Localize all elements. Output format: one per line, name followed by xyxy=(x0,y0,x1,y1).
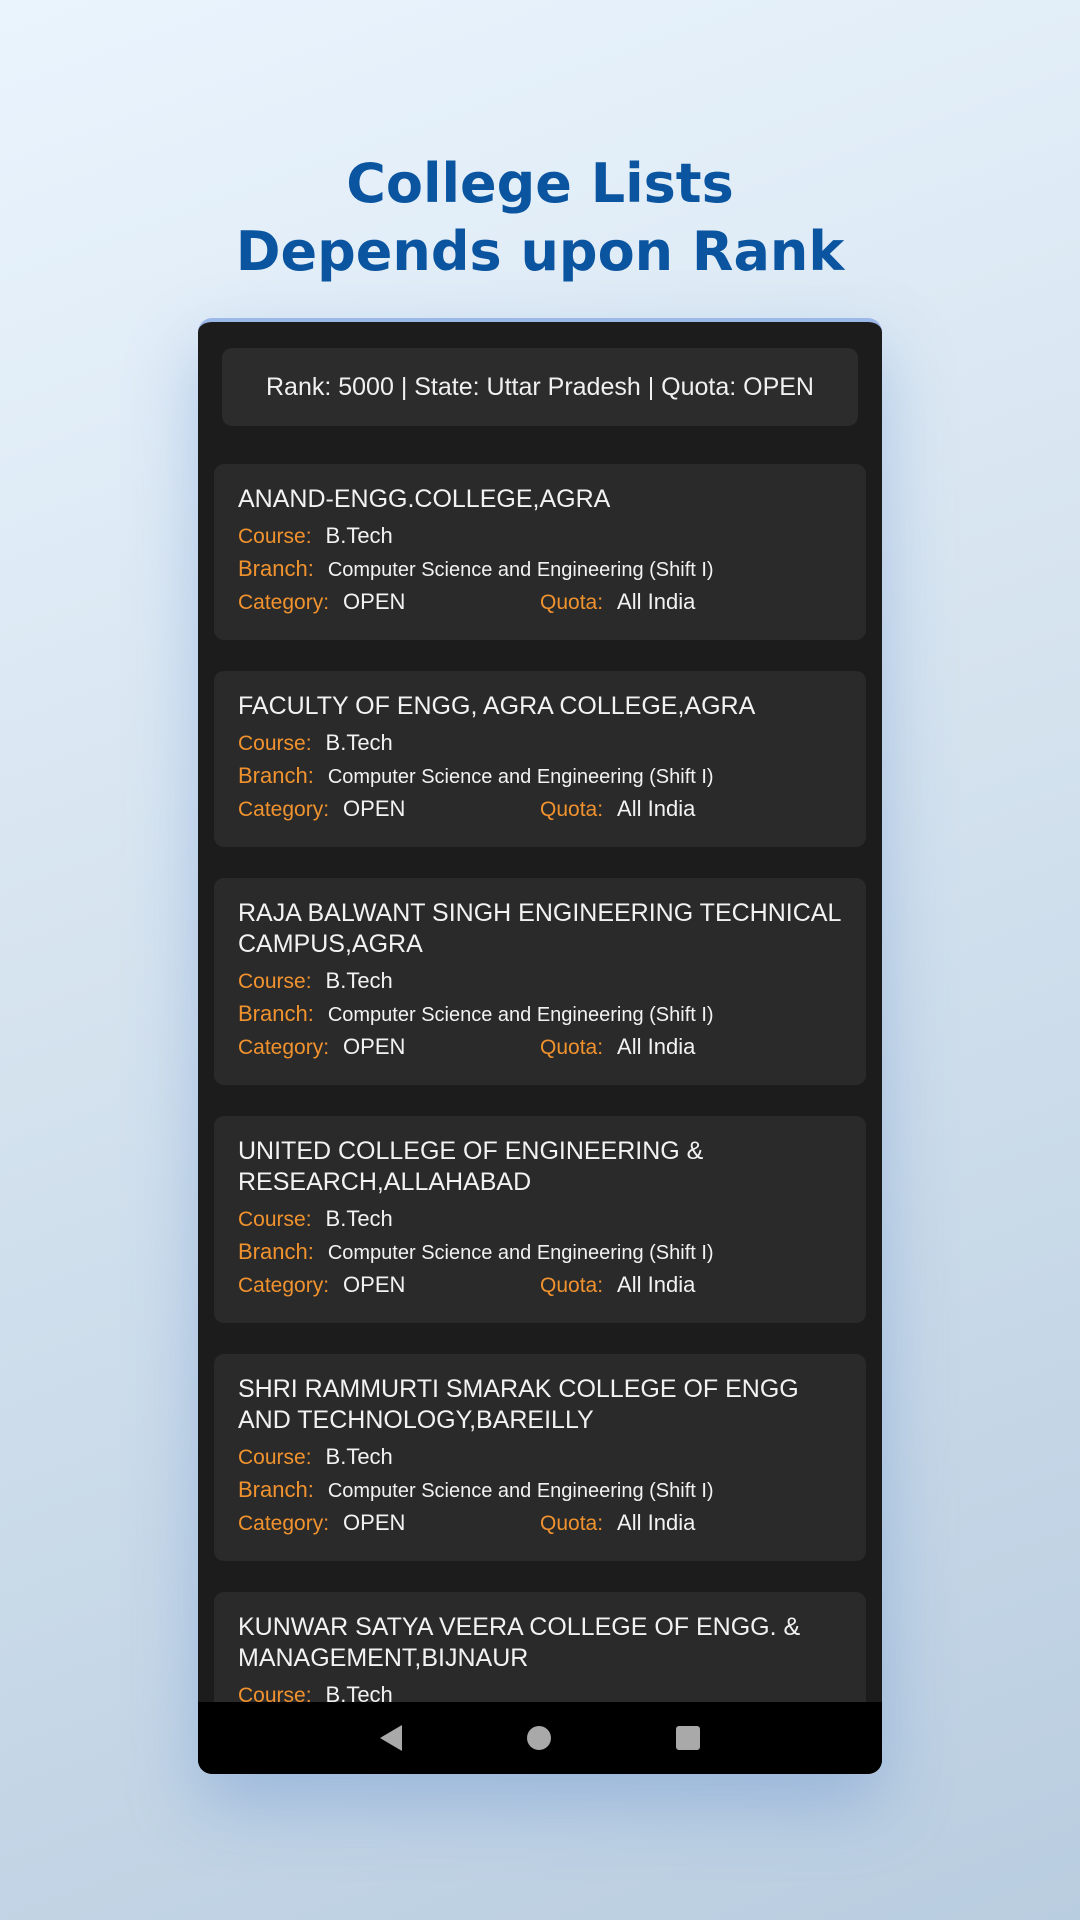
course-value: B.Tech xyxy=(325,523,393,548)
branch-row: Branch: Computer Science and Engineering… xyxy=(238,763,842,796)
category-value: OPEN xyxy=(343,796,406,821)
quota-label: Quota: xyxy=(540,798,604,821)
course-row: Course: B.Tech xyxy=(238,730,842,763)
college-card[interactable]: RAJA BALWANT SINGH ENGINEERING TECHNICAL… xyxy=(214,878,866,1085)
branch-label: Branch: xyxy=(238,556,314,581)
course-value: B.Tech xyxy=(325,968,393,993)
course-value: B.Tech xyxy=(325,1206,393,1231)
category-quota-row: Category: OPEN Quota: All India xyxy=(238,1272,842,1305)
college-name: ANAND-ENGG.COLLEGE,AGRA xyxy=(238,485,611,513)
rank-summary: Rank: 5000 | State: Uttar Pradesh | Quot… xyxy=(222,348,858,426)
category-value: OPEN xyxy=(343,1034,406,1059)
quota-label: Quota: xyxy=(540,1512,604,1535)
category-label: Category: xyxy=(238,591,330,614)
phone-screen: Rank: 5000 | State: Uttar Pradesh | Quot… xyxy=(198,318,882,1774)
headline-line-1: College Lists xyxy=(346,152,734,215)
course-row: Course: B.Tech xyxy=(238,968,842,1001)
course-label: Course: xyxy=(238,1446,312,1469)
course-value: B.Tech xyxy=(325,1444,393,1469)
category-quota-row: Category: OPEN Quota: All India xyxy=(238,1034,842,1067)
course-label: Course: xyxy=(238,1208,312,1231)
course-row: Course: B.Tech xyxy=(238,1444,842,1477)
course-row: Course: B.Tech xyxy=(238,1682,842,1702)
branch-value: Computer Science and Engineering (Shift … xyxy=(327,1480,714,1502)
branch-label: Branch: xyxy=(238,1477,314,1502)
branch-value: Computer Science and Engineering (Shift … xyxy=(327,1004,714,1026)
quota-label: Quota: xyxy=(540,591,604,614)
quota-label: Quota: xyxy=(540,1036,604,1059)
course-label: Course: xyxy=(238,970,312,993)
course-row: Course: B.Tech xyxy=(238,1206,842,1239)
college-list[interactable]: ANAND-ENGG.COLLEGE,AGRA Course: B.Tech B… xyxy=(198,464,882,1702)
branch-row: Branch: Computer Science and Engineering… xyxy=(238,1239,842,1272)
category-quota-row: Category: OPEN Quota: All India xyxy=(238,589,842,622)
course-value: B.Tech xyxy=(325,730,393,755)
quota-value: All India xyxy=(617,1034,696,1059)
college-card[interactable]: FACULTY OF ENGG, AGRA COLLEGE,AGRA Cours… xyxy=(214,671,866,847)
category-label: Category: xyxy=(238,1274,330,1297)
quota-value: All India xyxy=(617,1510,696,1535)
college-name: UNITED COLLEGE OF ENGINEERING & RESEARCH… xyxy=(238,1137,704,1196)
category-label: Category: xyxy=(238,798,330,821)
category-quota-row: Category: OPEN Quota: All India xyxy=(238,796,842,829)
college-name: KUNWAR SATYA VEERA COLLEGE OF ENGG. & MA… xyxy=(238,1613,801,1672)
quota-value: All India xyxy=(617,589,696,614)
college-card[interactable]: UNITED COLLEGE OF ENGINEERING & RESEARCH… xyxy=(214,1116,866,1323)
branch-row: Branch: Computer Science and Engineering… xyxy=(238,1001,842,1034)
branch-value: Computer Science and Engineering (Shift … xyxy=(327,559,714,581)
branch-row: Branch: Computer Science and Engineering… xyxy=(238,556,842,589)
page-headline: College Lists Depends upon Rank xyxy=(0,150,1080,286)
college-card[interactable]: SHRI RAMMURTI SMARAK COLLEGE OF ENGG AND… xyxy=(214,1354,866,1561)
college-name: RAJA BALWANT SINGH ENGINEERING TECHNICAL… xyxy=(238,899,841,958)
system-nav-bar xyxy=(198,1702,882,1774)
category-label: Category: xyxy=(238,1036,330,1059)
college-card[interactable]: KUNWAR SATYA VEERA COLLEGE OF ENGG. & MA… xyxy=(214,1592,866,1702)
category-label: Category: xyxy=(238,1512,330,1535)
recents-icon[interactable] xyxy=(675,1726,700,1750)
branch-row: Branch: Computer Science and Engineering… xyxy=(238,1477,842,1510)
branch-value: Computer Science and Engineering (Shift … xyxy=(327,766,714,788)
course-label: Course: xyxy=(238,1684,312,1702)
course-label: Course: xyxy=(238,732,312,755)
home-icon[interactable] xyxy=(526,1726,551,1750)
category-quota-row: Category: OPEN Quota: All India xyxy=(238,1510,842,1543)
branch-label: Branch: xyxy=(238,763,314,788)
course-label: Course: xyxy=(238,525,312,548)
college-card[interactable]: ANAND-ENGG.COLLEGE,AGRA Course: B.Tech B… xyxy=(214,464,866,640)
category-value: OPEN xyxy=(343,1510,406,1535)
course-row: Course: B.Tech xyxy=(238,523,842,556)
quota-value: All India xyxy=(617,1272,696,1297)
college-name: FACULTY OF ENGG, AGRA COLLEGE,AGRA xyxy=(238,692,756,720)
back-icon[interactable] xyxy=(380,1725,403,1751)
quota-label: Quota: xyxy=(540,1274,604,1297)
branch-value: Computer Science and Engineering (Shift … xyxy=(327,1242,714,1264)
category-value: OPEN xyxy=(343,1272,406,1297)
branch-label: Branch: xyxy=(238,1239,314,1264)
quota-value: All India xyxy=(617,796,696,821)
course-value: B.Tech xyxy=(325,1682,393,1702)
branch-label: Branch: xyxy=(238,1001,314,1026)
college-name: SHRI RAMMURTI SMARAK COLLEGE OF ENGG AND… xyxy=(238,1375,799,1434)
headline-line-2: Depends upon Rank xyxy=(235,220,845,283)
category-value: OPEN xyxy=(343,589,406,614)
